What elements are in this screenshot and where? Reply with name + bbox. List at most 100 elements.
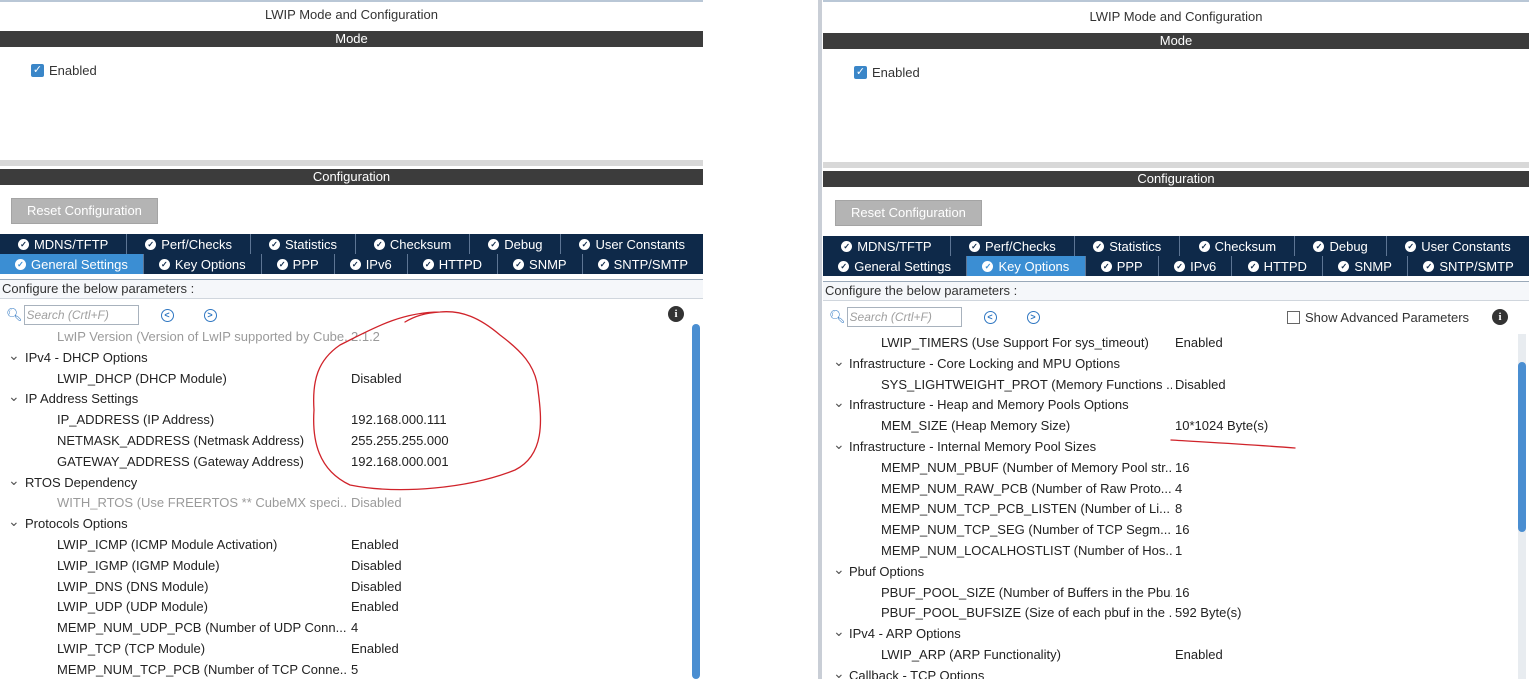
parameter-value[interactable]: 10*1024 Byte(s) (1175, 416, 1268, 436)
parameter-row[interactable]: MEMP_NUM_TCP_PCB (Number of TCP Conne...… (0, 660, 703, 679)
chevron-down-icon[interactable]: ⌄ (833, 624, 845, 638)
tab-sntp-smtp[interactable]: ✓ SNTP/SMTP (1408, 256, 1529, 276)
tab-statistics[interactable]: ✓ Statistics (251, 234, 356, 254)
search-input[interactable] (846, 307, 962, 327)
info-icon[interactable]: i (668, 306, 684, 322)
tab-ipv6[interactable]: ✓ IPv6 (335, 254, 408, 274)
parameter-value[interactable]: 8 (1175, 499, 1182, 519)
tree-group-row[interactable]: ⌄ Infrastructure - Internal Memory Pool S… (823, 437, 1529, 457)
tab-mdns-tftp[interactable]: ✓ MDNS/TFTP (823, 236, 951, 256)
parameter-value[interactable]: Enabled (351, 535, 399, 555)
tab-snmp[interactable]: ✓ SNMP (1323, 256, 1409, 276)
parameter-value[interactable]: Enabled (351, 597, 399, 617)
parameter-row[interactable]: GATEWAY_ADDRESS (Gateway Address) 192.168… (0, 452, 703, 472)
parameter-row[interactable]: MEMP_NUM_TCP_SEG (Number of TCP Segm... 1… (823, 520, 1529, 540)
parameter-row[interactable]: NETMASK_ADDRESS (Netmask Address) 255.255… (0, 431, 703, 451)
tree-group-row[interactable]: ⌄ Protocols Options (0, 514, 703, 534)
parameter-row[interactable]: MEMP_NUM_PBUF (Number of Memory Pool str… (823, 458, 1529, 478)
tree-group-row[interactable]: ⌄ IPv4 - ARP Options (823, 624, 1529, 644)
next-match-icon[interactable]: > (1026, 310, 1040, 324)
splitter[interactable] (823, 162, 1529, 168)
parameter-row[interactable]: MEMP_NUM_RAW_PCB (Number of Raw Proto...… (823, 479, 1529, 499)
parameter-row[interactable]: PBUF_POOL_BUFSIZE (Size of each pbuf in … (823, 603, 1529, 623)
parameter-row[interactable]: LWIP_TIMERS (Use Support For sys_timeout… (823, 333, 1529, 353)
parameter-row[interactable]: MEM_SIZE (Heap Memory Size) 10*1024 Byte(… (823, 416, 1529, 436)
chevron-down-icon[interactable]: ⌄ (833, 437, 845, 451)
parameter-value[interactable]: 16 (1175, 458, 1189, 478)
splitter[interactable] (0, 160, 703, 166)
tree-group-row[interactable]: ⌄ IP Address Settings (0, 389, 703, 409)
parameter-row[interactable]: LWIP_TCP (TCP Module) Enabled (0, 639, 703, 659)
chevron-down-icon[interactable]: ⌄ (8, 514, 20, 528)
chevron-down-icon[interactable]: ⌄ (833, 562, 845, 576)
parameter-row[interactable]: LWIP_ICMP (ICMP Module Activation) Enable… (0, 535, 703, 555)
parameter-row[interactable]: LWIP_DNS (DNS Module) Disabled (0, 577, 703, 597)
chevron-down-icon[interactable]: ⌄ (8, 473, 20, 487)
tab-statistics[interactable]: ✓ Statistics (1075, 236, 1181, 256)
enabled-checkbox-row[interactable]: ✓ Enabled (854, 65, 920, 80)
tab-checksum[interactable]: ✓ Checksum (356, 234, 471, 254)
parameter-row[interactable]: IP_ADDRESS (IP Address) 192.168.000.111 (0, 410, 703, 430)
tab-key-options[interactable]: ✓ Key Options (144, 254, 262, 274)
parameter-value[interactable]: Disabled (351, 556, 402, 576)
tab-sntp-smtp[interactable]: ✓ SNTP/SMTP (583, 254, 703, 274)
parameter-row[interactable]: LWIP_DHCP (DHCP Module) Disabled (0, 369, 703, 389)
enabled-checkbox-row[interactable]: ✓ Enabled (31, 63, 97, 78)
previous-match-icon[interactable]: < (983, 310, 997, 324)
parameter-row[interactable]: MEMP_NUM_UDP_PCB (Number of UDP Conn... 4 (0, 618, 703, 638)
tab-general-settings[interactable]: ✓ General Settings (823, 256, 968, 276)
parameter-row[interactable]: LWIP_IGMP (IGMP Module) Disabled (0, 556, 703, 576)
parameter-value[interactable]: Disabled (351, 493, 402, 513)
chevron-down-icon[interactable]: ⌄ (833, 354, 845, 368)
parameter-value[interactable]: 2.1.2 (351, 327, 380, 347)
parameter-row[interactable]: MEMP_NUM_LOCALHOSTLIST (Number of Hos...… (823, 541, 1529, 561)
parameter-row[interactable]: WITH_RTOS (Use FREERTOS ** CubeMX speci.… (0, 493, 703, 513)
tab-snmp[interactable]: ✓ SNMP (498, 254, 583, 274)
search-input[interactable] (23, 305, 139, 325)
next-match-icon[interactable]: > (203, 308, 217, 322)
checkbox-checked-icon[interactable]: ✓ (31, 64, 44, 77)
parameter-value[interactable]: 16 (1175, 520, 1189, 540)
info-icon[interactable]: i (1492, 309, 1508, 325)
tree-group-row[interactable]: ⌄ Infrastructure - Core Locking and MPU O… (823, 354, 1529, 374)
parameter-value[interactable]: 592 Byte(s) (1175, 603, 1241, 623)
checkbox-checked-icon[interactable]: ✓ (854, 66, 867, 79)
parameter-row[interactable]: LWIP_ARP (ARP Functionality) Enabled (823, 645, 1529, 665)
parameter-value[interactable]: 192.168.000.111 (351, 410, 447, 430)
parameter-value[interactable]: 4 (1175, 479, 1182, 499)
tab-debug[interactable]: ✓ Debug (470, 234, 562, 254)
parameter-value[interactable]: 1 (1175, 541, 1182, 561)
tree-group-row[interactable]: ⌄ Infrastructure - Heap and Memory Pools … (823, 395, 1529, 415)
reset-configuration-button[interactable]: Reset Configuration (11, 198, 158, 224)
reset-configuration-button[interactable]: Reset Configuration (835, 200, 982, 226)
chevron-down-icon[interactable]: ⌄ (8, 348, 20, 362)
parameter-value[interactable]: 192.168.000.001 (351, 452, 449, 472)
previous-match-icon[interactable]: < (160, 308, 174, 322)
parameter-value[interactable]: 5 (351, 660, 358, 679)
parameter-row[interactable]: LWIP_UDP (UDP Module) Enabled (0, 597, 703, 617)
parameter-value[interactable]: 16 (1175, 583, 1189, 603)
tree-group-row[interactable]: ⌄ IPv4 - DHCP Options (0, 348, 703, 368)
parameter-value[interactable]: Enabled (1175, 645, 1223, 665)
parameter-value[interactable]: Enabled (351, 639, 399, 659)
tab-checksum[interactable]: ✓ Checksum (1180, 236, 1296, 256)
parameter-row[interactable]: PBUF_POOL_SIZE (Number of Buffers in the… (823, 583, 1529, 603)
tab-user-constants[interactable]: ✓ User Constants (1387, 236, 1529, 256)
tree-group-row[interactable]: ⌄ Pbuf Options (823, 562, 1529, 582)
tab-perf-checks[interactable]: ✓ Perf/Checks (127, 234, 252, 254)
parameter-row[interactable]: MEMP_NUM_TCP_PCB_LISTEN (Number of Li...… (823, 499, 1529, 519)
parameter-value[interactable]: Disabled (351, 369, 402, 389)
tab-httpd[interactable]: ✓ HTTPD (1232, 256, 1324, 276)
parameter-value[interactable]: Disabled (1175, 375, 1226, 395)
parameter-value[interactable]: Disabled (351, 577, 402, 597)
show-advanced-parameters-checkbox[interactable]: Show Advanced Parameters (1287, 310, 1469, 325)
vertical-scrollbar[interactable] (692, 324, 700, 679)
parameter-value[interactable]: 255.255.255.000 (351, 431, 449, 451)
tree-group-row[interactable]: ⌄ Callback - TCP Options (823, 666, 1529, 679)
tab-key-options[interactable]: ✓ Key Options (967, 256, 1086, 276)
tab-general-settings[interactable]: ✓ General Settings (0, 254, 144, 274)
tab-ppp[interactable]: ✓ PPP (262, 254, 335, 274)
parameter-value[interactable]: Enabled (1175, 333, 1223, 353)
tab-httpd[interactable]: ✓ HTTPD (408, 254, 499, 274)
parameter-row[interactable]: SYS_LIGHTWEIGHT_PROT (Memory Functions .… (823, 375, 1529, 395)
